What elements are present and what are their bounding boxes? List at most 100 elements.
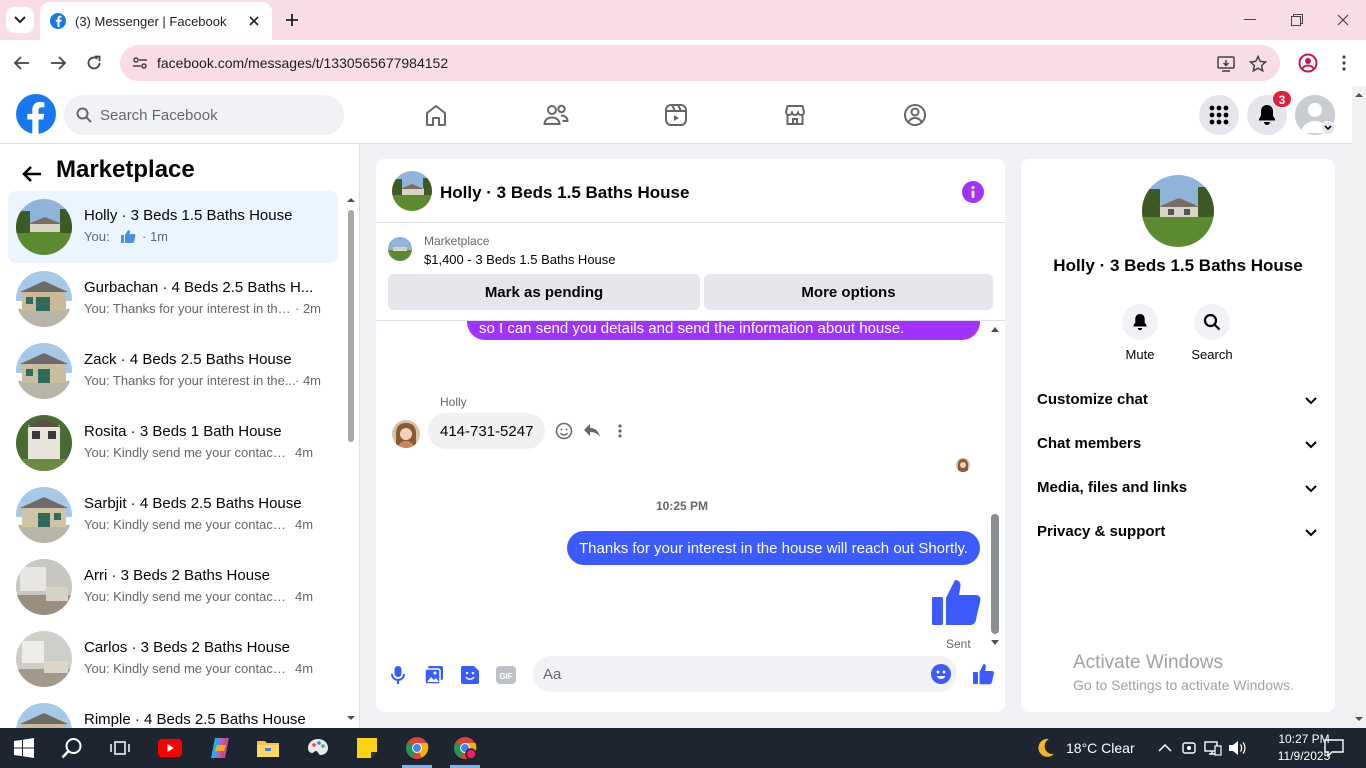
more-vertical-icon[interactable]	[611, 422, 629, 440]
task-view-icon[interactable]	[108, 736, 132, 760]
gif-icon[interactable]: GIF	[495, 664, 517, 686]
listing-thumbnail[interactable]	[388, 237, 412, 261]
weather-text[interactable]: 18°C Clear	[1066, 740, 1135, 756]
minimize-window-icon[interactable]	[1240, 10, 1260, 30]
url-text[interactable]: facebook.com/messages/t/1330565677984152	[157, 55, 448, 71]
message-input[interactable]	[543, 656, 923, 692]
back-arrow-icon[interactable]	[18, 160, 46, 188]
sent-thumbs-up-icon[interactable]	[930, 577, 982, 629]
address-bar[interactable]: facebook.com/messages/t/1330565677984152	[120, 45, 1280, 81]
browser-tab-messenger[interactable]: (3) Messenger | Facebook	[40, 2, 272, 40]
conversation-item-holly[interactable]: Holly · 3 Beds 1.5 Baths House You: · 1m	[8, 191, 338, 263]
conversation-item-arri[interactable]: Arri · 3 Beds 2 Baths House You: Kindly …	[8, 551, 338, 623]
youtube-app-icon[interactable]	[158, 736, 182, 760]
photo-attach-icon[interactable]	[423, 664, 445, 686]
scroll-down-arrow-icon[interactable]	[1352, 712, 1366, 726]
tab-close-icon[interactable]	[246, 13, 262, 29]
conversation-item-sarbjit[interactable]: Sarbjit · 4 Beds 2.5 Baths House You: Ki…	[8, 479, 338, 551]
windows-start-icon[interactable]	[12, 736, 36, 760]
menu-grid-button[interactable]	[1199, 95, 1239, 135]
facebook-favicon-icon	[50, 13, 66, 29]
listing-price[interactable]: $1,400 - 3 Beds 1.5 Baths House	[424, 252, 616, 267]
marketplace-icon[interactable]	[782, 102, 808, 128]
forward-arrow-icon[interactable]	[47, 52, 69, 74]
scroll-up-arrow-icon[interactable]	[988, 324, 1002, 334]
emoji-smiley-icon[interactable]	[931, 664, 951, 684]
info-icon[interactable]	[962, 181, 984, 203]
chat-members-section[interactable]: Chat members	[1029, 424, 1327, 464]
gaming-icon[interactable]	[902, 102, 928, 128]
chrome-profile-icon[interactable]	[453, 736, 477, 760]
reload-icon[interactable]	[83, 52, 105, 74]
profile-account-icon[interactable]	[1297, 52, 1319, 74]
conversation-item-gurbachan[interactable]: Gurbachan · 4 Beds 2.5 Baths H... You: T…	[8, 263, 338, 335]
chat-title[interactable]: Holly · 3 Beds 1.5 Baths House	[440, 183, 689, 203]
facebook-search-box[interactable]	[64, 95, 344, 135]
tab-search-button[interactable]	[6, 7, 34, 33]
chevron-down-icon	[1305, 441, 1317, 449]
home-icon[interactable]	[423, 102, 449, 128]
sticky-notes-icon[interactable]	[355, 736, 379, 760]
account-chevron-down-icon[interactable]	[1321, 121, 1335, 135]
customize-chat-section[interactable]: Customize chat	[1029, 380, 1327, 420]
search-icon[interactable]	[60, 736, 84, 760]
friends-icon[interactable]	[543, 102, 569, 128]
facebook-logo-icon[interactable]	[16, 94, 56, 134]
scroll-up-arrow-icon[interactable]	[346, 196, 356, 204]
new-tab-plus-icon[interactable]	[282, 10, 302, 30]
bookmark-star-icon[interactable]	[1248, 54, 1268, 74]
chat-scroll-thumb[interactable]	[991, 514, 999, 634]
chat-scrollbar[interactable]	[988, 322, 1002, 650]
network-icon[interactable]	[1201, 736, 1225, 760]
copilot-app-icon[interactable]	[208, 736, 232, 760]
install-app-icon[interactable]	[1216, 54, 1236, 74]
volume-icon[interactable]	[1225, 736, 1249, 760]
chevron-down-icon	[14, 16, 26, 24]
scroll-down-arrow-icon[interactable]	[346, 714, 356, 722]
message-bubble-sent[interactable]: Thanks for your interest in the house wi…	[567, 531, 981, 565]
mute-button[interactable]: Mute	[1110, 304, 1170, 362]
conversation-item-rimple[interactable]: Rimple · 4 Beds 2.5 Baths House	[8, 695, 338, 728]
notification-center-icon[interactable]	[1322, 736, 1346, 760]
sidebar-scroll-thumb[interactable]	[348, 210, 354, 442]
scroll-up-arrow-icon[interactable]	[1352, 88, 1366, 102]
meet-now-icon[interactable]	[1177, 736, 1201, 760]
site-info-icon[interactable]	[132, 55, 148, 71]
browser-menu-icon[interactable]	[1333, 52, 1355, 74]
message-bubble-phone[interactable]: 414-731-5247	[428, 413, 546, 449]
back-arrow-icon[interactable]	[11, 52, 33, 74]
page-scrollbar[interactable]	[1352, 86, 1366, 728]
scroll-down-arrow-icon[interactable]	[988, 638, 1002, 648]
svg-text:GIF: GIF	[499, 672, 512, 681]
react-emoji-icon[interactable]	[555, 422, 573, 440]
send-like-thumbs-up-icon[interactable]	[972, 663, 994, 685]
paint-app-icon[interactable]	[306, 736, 330, 760]
section-label: Media, files and links	[1037, 479, 1188, 496]
conversation-item-zack[interactable]: Zack · 4 Beds 2.5 Baths House You: Thank…	[8, 335, 338, 407]
sidebar-scrollbar[interactable]	[346, 194, 356, 724]
sticker-icon[interactable]	[459, 664, 481, 686]
video-watch-icon[interactable]	[663, 102, 689, 128]
chevron-up-icon[interactable]	[1153, 736, 1177, 760]
conversation-item-rosita[interactable]: Rosita · 3 Beds 1 Bath House You: Kindly…	[8, 407, 338, 479]
listing-thumbnail-avatar	[16, 559, 72, 615]
sender-avatar[interactable]	[392, 420, 420, 448]
message-bubble-received[interactable]: so I can send you details and send the i…	[467, 321, 980, 340]
chrome-browser-icon[interactable]	[405, 736, 429, 760]
facebook-search-input[interactable]	[100, 95, 330, 135]
message-input-box[interactable]	[533, 656, 957, 692]
restore-window-icon[interactable]	[1287, 10, 1307, 30]
reply-arrow-icon[interactable]	[583, 422, 601, 440]
conversation-item-carlos[interactable]: Carlos · 3 Beds 2 Baths House You: Kindl…	[8, 623, 338, 695]
close-window-icon[interactable]	[1333, 10, 1353, 30]
chat-avatar[interactable]	[392, 171, 432, 211]
media-files-links-section[interactable]: Media, files and links	[1029, 468, 1327, 508]
more-options-button[interactable]: More options	[704, 274, 993, 310]
microphone-icon[interactable]	[387, 664, 409, 686]
mark-as-pending-button[interactable]: Mark as pending	[388, 274, 700, 310]
weather-moon-icon[interactable]	[1033, 736, 1057, 760]
privacy-support-section[interactable]: Privacy & support	[1029, 512, 1327, 552]
search-in-chat-button[interactable]: Search	[1182, 304, 1242, 362]
info-avatar[interactable]	[1142, 175, 1214, 247]
file-explorer-icon[interactable]	[256, 736, 280, 760]
